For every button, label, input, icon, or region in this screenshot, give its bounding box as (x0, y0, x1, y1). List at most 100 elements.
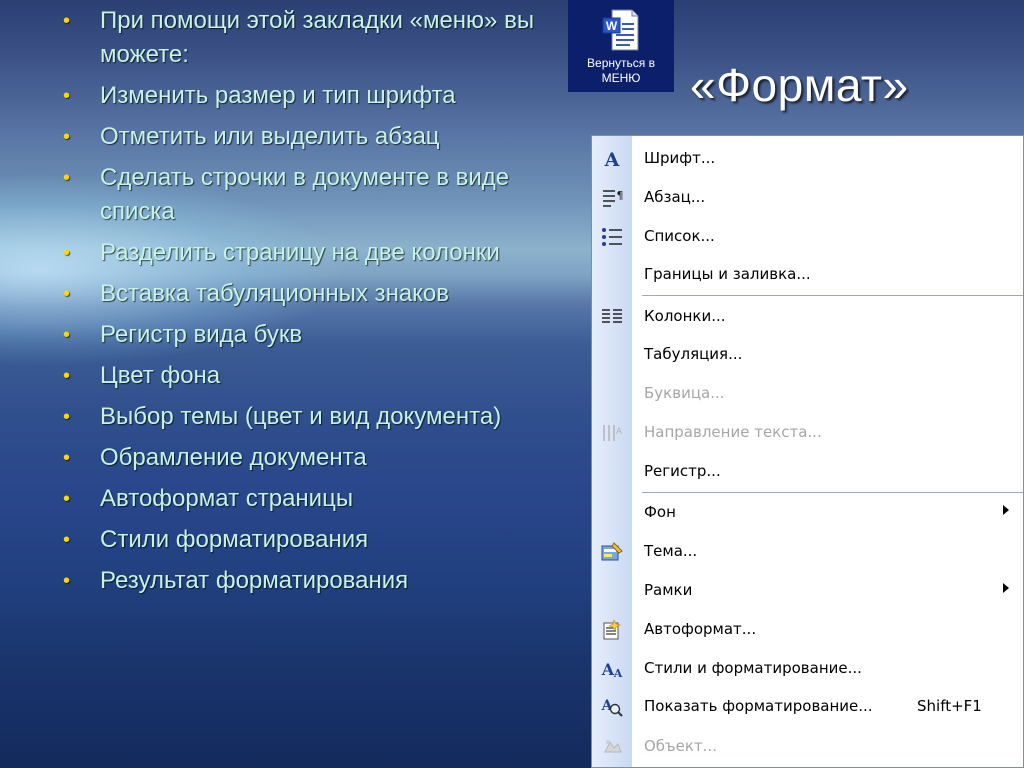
menu-item-shortcut: Shift+F1 (917, 697, 982, 715)
styles-icon: A A (598, 657, 626, 681)
menu-item-label: Шрифт... (644, 149, 716, 167)
menu-item-label: Табуляция... (644, 345, 743, 363)
menu-item-font[interactable]: A Шрифт... (592, 140, 1023, 178)
bullet-dot: • (63, 365, 71, 387)
bullet-item: • Автоформат страницы (60, 482, 560, 516)
bullet-text: Стили форматирования (100, 526, 369, 553)
bullet-dot: • (63, 242, 71, 264)
return-label-line1: Вернуться в (587, 56, 655, 70)
return-label-line2: МЕНЮ (601, 71, 641, 85)
submenu-arrow-icon (1003, 505, 1009, 515)
menu-item-label: Буквица... (644, 384, 725, 402)
menu-separator (642, 295, 1023, 296)
bullet-item: • Результат форматирования (60, 564, 560, 598)
bullet-text: Отметить или выделить абзац (100, 123, 440, 150)
menu-item-paragraph[interactable]: ¶ Абзац... (592, 179, 1023, 217)
bullet-dot: • (63, 570, 71, 592)
menu-item-label: Тема... (644, 542, 698, 560)
menu-item-label: Границы и заливка... (644, 265, 811, 283)
autoformat-icon (598, 618, 626, 642)
slide: • При помощи этой закладки «меню» вы може… (0, 0, 1024, 768)
menu-item-tabs[interactable]: Табуляция... (592, 336, 1023, 374)
object-icon (598, 735, 626, 759)
bullet-item: • Отметить или выделить абзац (60, 120, 560, 154)
bullet-item: • Изменить размер и тип шрифта (60, 79, 560, 113)
bullet-item: • Выбор темы (цвет и вид документа) (60, 400, 560, 434)
bullet-dot: • (63, 167, 71, 189)
bullet-text: Разделить страницу на две колонки (100, 239, 500, 266)
menu-item-change-case[interactable]: Регистр... (592, 453, 1023, 491)
return-to-menu-button[interactable]: W Вернуться в МЕНЮ (568, 0, 674, 92)
bullet-text: Сделать строчки в документе в виде списк… (100, 164, 510, 225)
bullet-text: Результат форматирования (100, 567, 409, 594)
bullet-dot: • (63, 10, 71, 32)
bullet-text: Выбор темы (цвет и вид документа) (100, 403, 502, 430)
reveal-formatting-icon: A (598, 695, 626, 719)
menu-item-theme[interactable]: Тема... (592, 533, 1023, 571)
bullet-dot: • (63, 85, 71, 107)
menu-item-styles[interactable]: A A Стили и форматирование... (592, 650, 1023, 688)
menu-item-label: Стили и форматирование... (644, 659, 862, 677)
submenu-arrow-icon (1003, 583, 1009, 593)
word-document-icon: W (602, 8, 640, 52)
svg-text:W: W (606, 19, 618, 33)
menu-item-columns[interactable]: Колонки... (592, 298, 1023, 336)
menu-item-drop-cap[interactable]: Буквица... (592, 375, 1023, 413)
bullet-dot: • (63, 447, 71, 469)
menu-item-label: Объект... (644, 737, 717, 755)
format-menu: A Шрифт... ¶ Абзац... Список... Границы … (591, 135, 1024, 768)
menu-item-text-direction[interactable]: A Направление текста... (592, 414, 1023, 452)
menu-item-label: Направление текста... (644, 423, 822, 441)
bullet-item: • Обрамление документа (60, 441, 560, 475)
menu-item-borders[interactable]: Границы и заливка... (592, 256, 1023, 294)
menu-item-label: Абзац... (644, 188, 706, 206)
list-icon (598, 225, 626, 249)
menu-item-object[interactable]: Объект... (592, 728, 1023, 766)
svg-text:A: A (604, 149, 620, 170)
paragraph-icon: ¶ (598, 186, 626, 210)
bullet-text: Вставка табуляционных знаков (100, 280, 450, 307)
bullet-list: • При помощи этой закладки «меню» вы може… (60, 4, 560, 605)
menu-item-label: Колонки... (644, 307, 726, 325)
menu-item-label: Автоформат... (644, 620, 757, 638)
bullet-item: • Регистр вида букв (60, 318, 560, 352)
svg-text:¶: ¶ (617, 189, 624, 202)
menu-item-list[interactable]: Список... (592, 218, 1023, 256)
menu-item-label: Рамки (644, 581, 693, 599)
slide-title: «Формат» (690, 59, 909, 111)
bullet-item: • При помощи этой закладки «меню» вы може… (60, 4, 560, 72)
bullet-dot: • (63, 126, 71, 148)
bullet-text: При помощи этой закладки «меню» вы может… (100, 7, 535, 68)
menu-separator (642, 492, 1023, 493)
font-icon: A (598, 147, 626, 171)
bullet-text: Регистр вида букв (100, 321, 303, 348)
text-direction-icon: A (598, 421, 626, 445)
bullet-dot: • (63, 406, 71, 428)
bullet-text: Цвет фона (100, 362, 221, 389)
bullet-item: • Цвет фона (60, 359, 560, 393)
bullet-dot: • (63, 283, 71, 305)
theme-icon (598, 540, 626, 564)
bullet-item: • Вставка табуляционных знаков (60, 277, 560, 311)
bullet-item: • Разделить страницу на две колонки (60, 236, 560, 270)
bullet-dot: • (63, 529, 71, 551)
menu-item-label: Фон (644, 503, 676, 521)
bullet-text: Обрамление документа (100, 444, 367, 471)
menu-item-background[interactable]: Фон (592, 494, 1023, 532)
bullet-text: Изменить размер и тип шрифта (100, 82, 456, 109)
menu-item-autoformat[interactable]: Автоформат... (592, 611, 1023, 649)
menu-item-label: Регистр... (644, 462, 721, 480)
menu-item-label: Показать форматирование... (644, 697, 873, 715)
svg-text:A: A (616, 427, 623, 437)
columns-icon (598, 305, 626, 329)
menu-item-reveal-formatting[interactable]: A Показать форматирование... Shift+F1 (592, 688, 1023, 726)
bullet-item: • Стили форматирования (60, 523, 560, 557)
svg-text:A: A (613, 667, 623, 680)
menu-item-label: Список... (644, 227, 715, 245)
svg-text:A: A (601, 660, 615, 679)
bullet-dot: • (63, 488, 71, 510)
menu-item-frames[interactable]: Рамки (592, 572, 1023, 610)
bullet-text: Автоформат страницы (100, 485, 354, 512)
bullet-item: • Сделать строчки в документе в виде спис… (60, 161, 560, 229)
bullet-dot: • (63, 324, 71, 346)
